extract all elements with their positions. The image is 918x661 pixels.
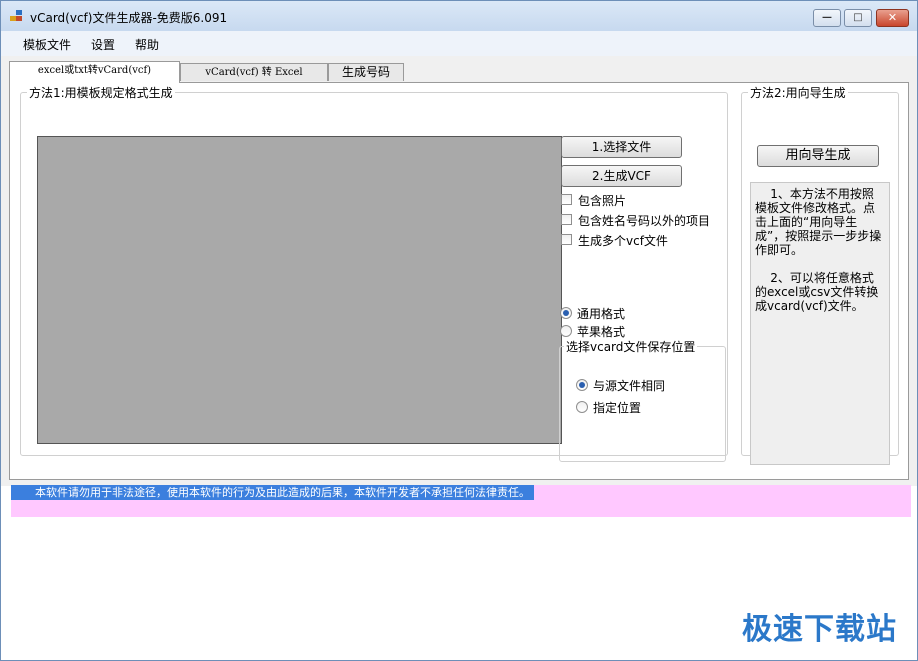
menu-help[interactable]: 帮助 [135,36,159,53]
watermark-logo: 极速下载站 [742,612,897,647]
tab-generate-numbers[interactable]: 生成号码 [328,63,404,81]
menu-settings[interactable]: 设置 [91,36,115,53]
save-location-legend: 选择vcard文件保存位置 [566,340,696,354]
checkbox-box[interactable] [561,214,572,225]
minimize-button[interactable]: — [813,9,841,27]
radio-circle[interactable] [560,325,572,337]
radio-circle[interactable] [576,379,588,391]
checkbox-box[interactable] [561,194,572,205]
radio-label: 与源文件相同 [593,379,666,393]
minimize-icon: — [822,12,832,23]
wizard-generate-button[interactable]: 用向导生成 [757,145,879,167]
status-bar: 本软件请勿用于非法途径，使用本软件的行为及由此造成的后果，本软件开发者不承担任何… [11,485,911,517]
close-icon: ✕ [887,11,898,24]
save-location-group: 选择vcard文件保存位置 与源文件相同 指定位置 [559,338,726,462]
method1-legend: 方法1:用模板规定格式生成 [29,86,173,100]
radio-label: 通用格式 [577,307,626,321]
tab-control: excel或txt转vCard(vcf) vCard(vcf) 转 Excel … [1,56,917,486]
title-bar[interactable]: vCard(vcf)文件生成器-免费版6.091 — □ ✕ [1,1,917,31]
generate-vcf-button[interactable]: 2.生成VCF [561,165,682,187]
method1-group: 方法1:用模板规定格式生成 1.选择文件 2.生成VCF 包含照片 包含姓名号码… [20,84,728,462]
app-icon [10,10,24,22]
tab-excel-to-vcard[interactable]: excel或txt转vCard(vcf) [9,61,180,83]
method2-legend: 方法2:用向导生成 [750,86,846,100]
file-preview-area[interactable] [37,136,562,444]
checkbox-label: 包含姓名号码以外的项目 [578,214,711,228]
disclaimer-text: 本软件请勿用于非法途径，使用本软件的行为及由此造成的后果，本软件开发者不承担任何… [11,485,534,500]
select-file-button[interactable]: 1.选择文件 [561,136,682,158]
menu-bar: 模板文件 设置 帮助 [1,31,917,56]
app-window: vCard(vcf)文件生成器-免费版6.091 — □ ✕ 模板文件 设置 帮… [0,0,918,661]
checkbox-box[interactable] [561,234,572,245]
wizard-notes-text: 1、本方法不用按照模板文件修改格式。点击上面的“用向导生成”，按照提示一步步操作… [750,182,890,465]
close-button[interactable]: ✕ [876,9,909,27]
method2-group: 方法2:用向导生成 用向导生成 1、本方法不用按照模板文件修改格式。点击上面的“… [741,84,899,465]
checkbox-label: 包含照片 [578,194,627,208]
tab-vcard-to-excel[interactable]: vCard(vcf) 转 Excel [180,63,328,81]
window-title: vCard(vcf)文件生成器-免费版6.091 [30,11,228,25]
checkbox-label: 生成多个vcf文件 [578,234,668,248]
radio-label: 指定位置 [593,401,642,415]
tab-panel-excel-to-vcard: 方法1:用模板规定格式生成 1.选择文件 2.生成VCF 包含照片 包含姓名号码… [9,82,909,480]
bottom-blank-area: 极速下载站 [1,519,917,660]
radio-circle[interactable] [560,307,572,319]
radio-circle[interactable] [576,401,588,413]
maximize-button[interactable]: □ [844,9,872,27]
maximize-icon: □ [853,12,863,23]
menu-template-file[interactable]: 模板文件 [23,36,71,53]
